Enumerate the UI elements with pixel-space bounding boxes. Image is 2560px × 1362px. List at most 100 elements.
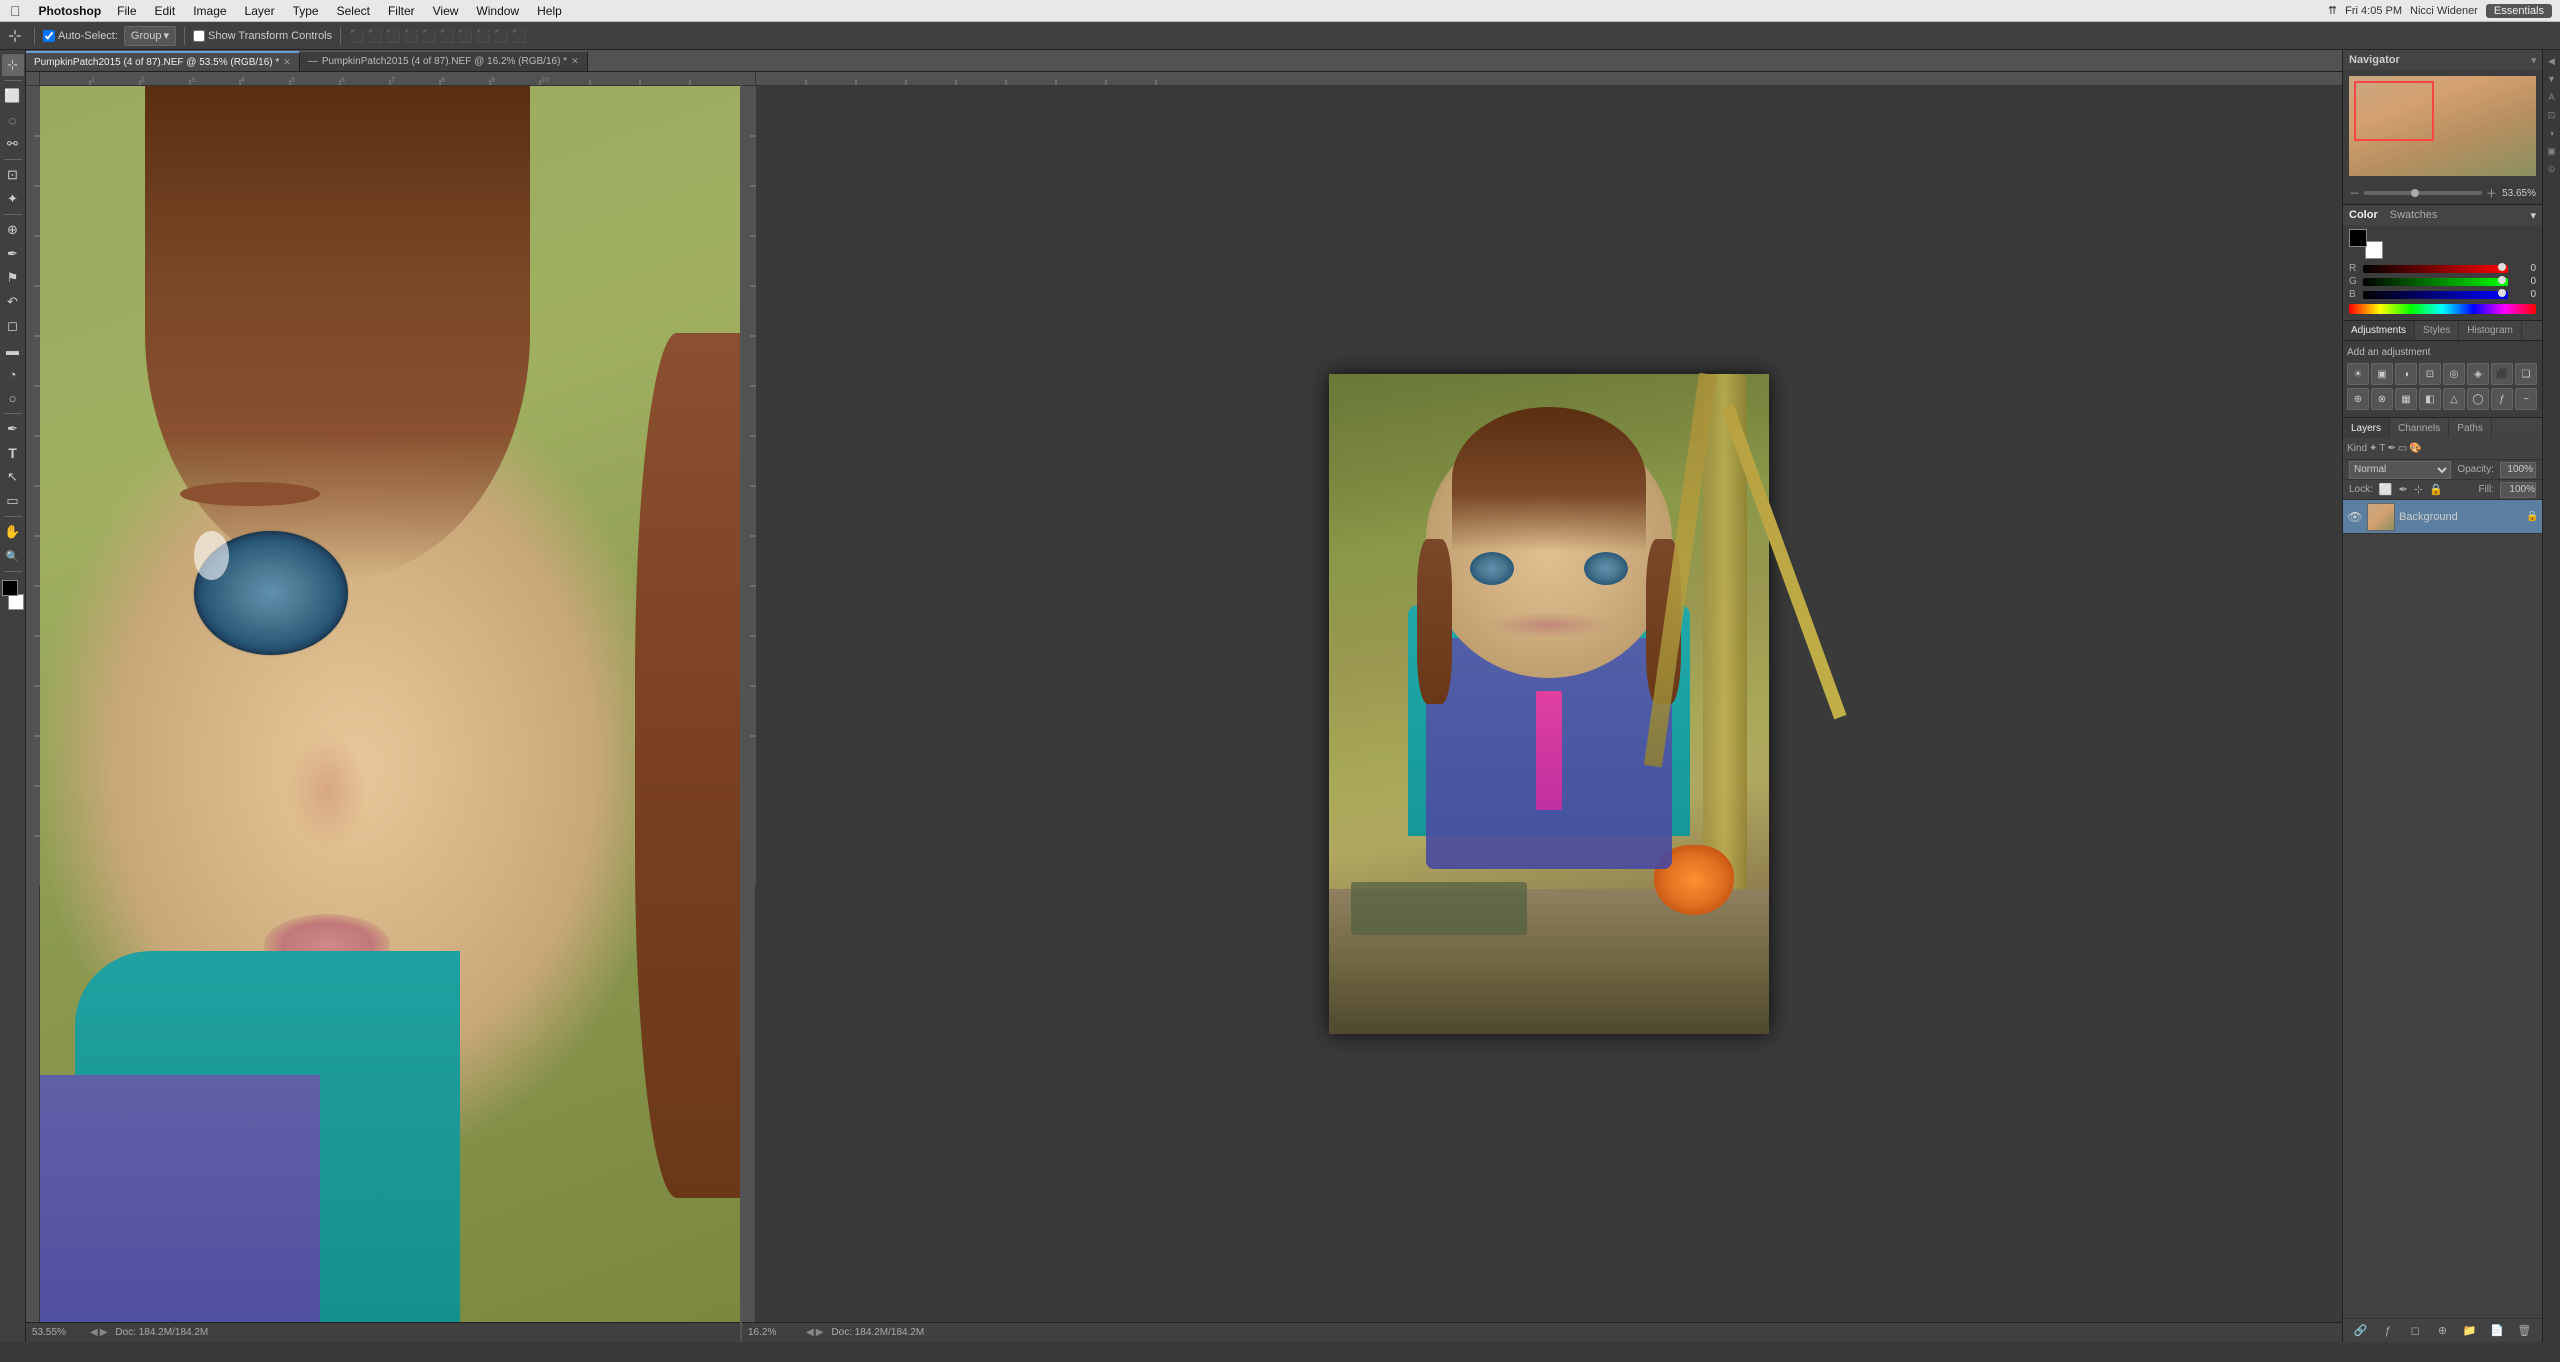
adj-vibrance[interactable]: ~ bbox=[2515, 388, 2537, 410]
menu-view[interactable]: View bbox=[425, 3, 467, 19]
kind-icon-4[interactable]: ▭ bbox=[2398, 443, 2407, 454]
shape-tool[interactable]: ▭ bbox=[2, 490, 24, 512]
close-tab-1[interactable]: ✕ bbox=[283, 57, 291, 68]
lock-paint-icon[interactable]: ✒ bbox=[2399, 483, 2408, 496]
canvas-image-right[interactable] bbox=[756, 86, 2342, 1322]
transform-controls-checkbox[interactable] bbox=[193, 30, 205, 42]
brush-tool[interactable]: ✒ bbox=[2, 243, 24, 265]
layer-row-background[interactable]: 👁 Background 🔒 bbox=[2343, 500, 2542, 534]
scroll-left-icon[interactable]: ◀ bbox=[90, 1327, 98, 1338]
new-group-btn[interactable]: 📁 bbox=[2461, 1322, 2479, 1340]
kind-icon-2[interactable]: T bbox=[2379, 443, 2385, 454]
canvas-image-left[interactable] bbox=[40, 86, 740, 1322]
panel-icon-6[interactable]: ▣ bbox=[2545, 144, 2559, 158]
r-slider[interactable] bbox=[2363, 265, 2508, 273]
background-color-chip[interactable] bbox=[2365, 241, 2383, 259]
menu-help[interactable]: Help bbox=[529, 3, 570, 19]
tab-channels[interactable]: Channels bbox=[2390, 418, 2449, 438]
eraser-tool[interactable]: ◻ bbox=[2, 315, 24, 337]
path-select-tool[interactable]: ↖ bbox=[2, 466, 24, 488]
scroll-left-right-icon[interactable]: ◀ bbox=[806, 1327, 814, 1338]
panel-icon-7[interactable]: ⊙ bbox=[2545, 162, 2559, 176]
menu-type[interactable]: Type bbox=[285, 3, 327, 19]
lock-all-icon[interactable]: 🔒 bbox=[2429, 483, 2443, 496]
close-tab-2[interactable]: ✕ bbox=[571, 56, 579, 67]
background-color-swatch[interactable] bbox=[8, 594, 24, 610]
eyedropper-tool[interactable]: ✦ bbox=[2, 188, 24, 210]
panel-icon-1[interactable]: ◀ bbox=[2545, 54, 2559, 68]
align-left-icon[interactable]: ⬛ bbox=[349, 28, 365, 44]
distribute-left-icon[interactable]: ⬛ bbox=[493, 28, 509, 44]
marquee-tool[interactable]: ⬜ bbox=[2, 85, 24, 107]
adj-brightness[interactable]: ☀ bbox=[2347, 363, 2369, 385]
adj-curves[interactable]: ◑ bbox=[2395, 363, 2417, 385]
move-tool[interactable]: ⊹ bbox=[2, 54, 24, 76]
color-selector[interactable] bbox=[2, 580, 24, 610]
add-style-btn[interactable]: ƒ bbox=[2379, 1322, 2397, 1340]
dodge-tool[interactable]: ○ bbox=[2, 387, 24, 409]
adj-color-lookup[interactable]: ⊗ bbox=[2371, 388, 2393, 410]
new-layer-btn[interactable]: 📄 bbox=[2488, 1322, 2506, 1340]
panel-icon-3[interactable]: A bbox=[2545, 90, 2559, 104]
auto-select-checkbox[interactable] bbox=[43, 30, 55, 42]
scroll-right-right-icon[interactable]: ▶ bbox=[816, 1327, 824, 1338]
zoom-out-icon[interactable]: － bbox=[2349, 185, 2360, 201]
foreground-color-chip[interactable] bbox=[2349, 229, 2367, 247]
clone-stamp-tool[interactable]: ⚑ bbox=[2, 267, 24, 289]
pen-tool[interactable]: ✒ bbox=[2, 418, 24, 440]
menu-image[interactable]: Image bbox=[185, 3, 234, 19]
panel-icon-4[interactable]: ⊡ bbox=[2545, 108, 2559, 122]
adj-photo-filter[interactable]: ❑ bbox=[2515, 363, 2537, 385]
fill-input[interactable] bbox=[2500, 482, 2536, 498]
tab-layers[interactable]: Layers bbox=[2343, 418, 2390, 438]
adj-exposure[interactable]: ⊡ bbox=[2419, 363, 2441, 385]
essentials-button[interactable]: Essentials bbox=[2486, 4, 2552, 18]
panel-icon-2[interactable]: ▼ bbox=[2545, 72, 2559, 86]
crop-tool[interactable]: ⊡ bbox=[2, 164, 24, 186]
new-adjustment-btn[interactable]: ⊕ bbox=[2433, 1322, 2451, 1340]
menu-edit[interactable]: Edit bbox=[147, 3, 184, 19]
opacity-input[interactable] bbox=[2500, 462, 2536, 478]
hand-tool[interactable]: ✋ bbox=[2, 521, 24, 543]
distribute-h-icon[interactable]: ⬛ bbox=[457, 28, 473, 44]
align-center-v-icon[interactable]: ⬛ bbox=[421, 28, 437, 44]
align-center-h-icon[interactable]: ⬛ bbox=[367, 28, 383, 44]
link-layers-btn[interactable]: 🔗 bbox=[2352, 1322, 2370, 1340]
quick-select-tool[interactable]: ⚯ bbox=[2, 133, 24, 155]
type-tool[interactable]: T bbox=[2, 442, 24, 464]
doc-tab-2[interactable]: — PumpkinPatch2015 (4 of 87).NEF @ 16.2%… bbox=[300, 51, 588, 71]
kind-icon-5[interactable]: 🎨 bbox=[2409, 443, 2421, 454]
align-right-icon[interactable]: ⬛ bbox=[385, 28, 401, 44]
menu-window[interactable]: Window bbox=[468, 3, 527, 19]
scroll-right-icon[interactable]: ▶ bbox=[100, 1327, 108, 1338]
navigator-header[interactable]: Navigator ▾ bbox=[2343, 50, 2542, 70]
tab-histogram[interactable]: Histogram bbox=[2459, 321, 2522, 340]
blur-tool[interactable]: ◔ bbox=[2, 363, 24, 385]
navigator-collapse[interactable]: ▾ bbox=[2531, 55, 2536, 66]
delete-layer-btn[interactable]: 🗑 bbox=[2515, 1322, 2533, 1340]
b-slider[interactable] bbox=[2363, 291, 2508, 299]
layer-name[interactable]: Background bbox=[2399, 511, 2522, 523]
gradient-tool[interactable]: ▬ bbox=[2, 339, 24, 361]
zoom-in-icon[interactable]: ＋ bbox=[2486, 185, 2497, 201]
foreground-color-swatch[interactable] bbox=[2, 580, 18, 596]
lock-transparent-icon[interactable]: ⬜ bbox=[2379, 483, 2393, 496]
adj-threshold[interactable]: △ bbox=[2443, 388, 2465, 410]
kind-icon-1[interactable]: ✦ bbox=[2369, 443, 2377, 454]
menu-layer[interactable]: Layer bbox=[237, 3, 283, 19]
tab-styles[interactable]: Styles bbox=[2415, 321, 2459, 340]
align-bottom-icon[interactable]: ⬛ bbox=[439, 28, 455, 44]
menu-select[interactable]: Select bbox=[329, 3, 378, 19]
panel-icon-5[interactable]: ◑ bbox=[2545, 126, 2559, 140]
menu-filter[interactable]: Filter bbox=[380, 3, 423, 19]
adj-posterize[interactable]: ◧ bbox=[2419, 388, 2441, 410]
apple-menu[interactable]:  bbox=[0, 3, 31, 19]
adj-selective-color[interactable]: ƒ bbox=[2491, 388, 2513, 410]
adj-channel-mixer[interactable]: ⊕ bbox=[2347, 388, 2369, 410]
layers-list[interactable]: 👁 Background 🔒 bbox=[2343, 500, 2542, 1318]
align-top-icon[interactable]: ⬛ bbox=[403, 28, 419, 44]
doc-tab-1[interactable]: PumpkinPatch2015 (4 of 87).NEF @ 53.5% (… bbox=[26, 51, 300, 71]
distribute-v-icon[interactable]: ⬛ bbox=[475, 28, 491, 44]
color-fg-bg-selector[interactable] bbox=[2349, 229, 2383, 259]
add-mask-btn[interactable]: ◻ bbox=[2406, 1322, 2424, 1340]
